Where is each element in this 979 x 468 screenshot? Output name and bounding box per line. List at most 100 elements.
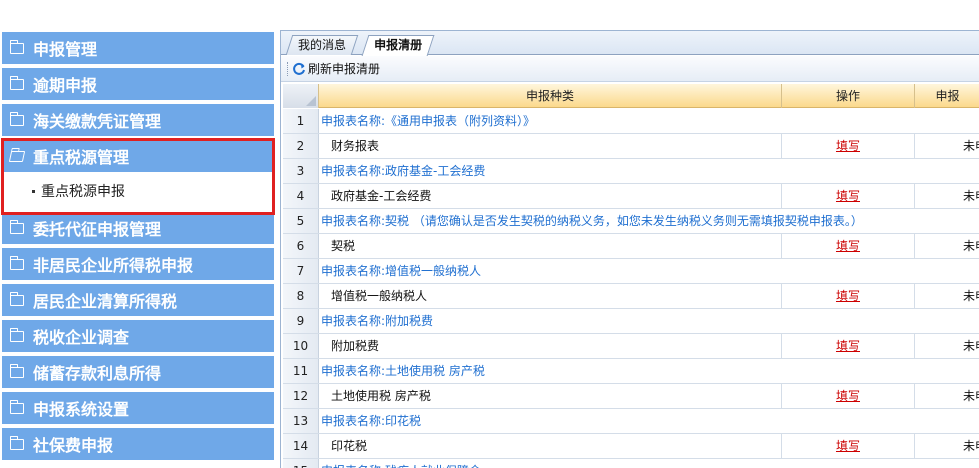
sidebar-item-nonresident-income-tax[interactable]: 非居民企业所得税申报 (2, 248, 274, 282)
sidebar-item-key-tax-source[interactable]: 重点税源管理 (2, 140, 274, 174)
declaration-type: 财务报表 (319, 134, 782, 158)
sidebar-item-overdue-declaration[interactable]: 逾期申报 (2, 68, 274, 102)
declaration-type: 土地使用税 房产税 (319, 384, 782, 408)
submenu-item-key-tax-source-declaration[interactable]: 重点税源申报 (2, 174, 274, 208)
folder-icon (9, 111, 24, 126)
tab-label: 我的消息 (298, 38, 347, 52)
column-header-status[interactable]: 申报 (915, 84, 979, 108)
declaration-status: 未申 (963, 389, 979, 403)
sidebar-item-label: 逾期申报 (33, 76, 98, 95)
sidebar-item-social-security[interactable]: 社保费申报 (2, 428, 274, 462)
fill-in-link[interactable]: 填写 (836, 289, 860, 303)
operation-cell: 填写 (782, 134, 915, 158)
group-title: 申报表名称:印花税 (319, 409, 979, 433)
sidebar-item-entrusted-collection[interactable]: 委托代征申报管理 (2, 212, 274, 246)
tab-my-messages[interactable]: 我的消息 (285, 35, 359, 55)
fill-in-link[interactable]: 填写 (836, 239, 860, 253)
sidebar: 申报管理 逾期申报 海关缴款凭证管理 重点税源管理 重点税源申报 委托代征申报管… (0, 30, 277, 468)
folder-icon (9, 399, 24, 414)
sidebar-item-label: 委托代征申报管理 (33, 220, 162, 239)
declaration-status: 未申 (963, 289, 979, 303)
row-number: 10 (283, 334, 319, 358)
folder-icon (9, 435, 24, 450)
tab-bar: 我的消息 申报清册 (281, 31, 979, 56)
table-row: 14印花税 填写 未申 (283, 434, 979, 459)
declaration-status: 未申 (963, 139, 979, 153)
folder-icon (9, 255, 24, 270)
main-panel: 我的消息 申报清册 刷新申报清册 申报种类 操作 申报 1 申报表名称:《通用申报… (280, 30, 979, 468)
operation-cell: 填写 (782, 334, 915, 358)
fill-in-link[interactable]: 填写 (836, 439, 860, 453)
row-number: 7 (283, 259, 319, 283)
sidebar-item-tax-enterprise-survey[interactable]: 税收企业调查 (2, 320, 274, 354)
submenu-item-label: 重点税源申报 (41, 184, 125, 200)
app-root: 申报管理 逾期申报 海关缴款凭证管理 重点税源管理 重点税源申报 委托代征申报管… (0, 0, 979, 468)
table-row: 8增值税一般纳税人 填写 未申 (283, 284, 979, 309)
fill-in-link[interactable]: 填写 (836, 139, 860, 153)
operation-cell: 填写 (782, 284, 915, 308)
row-number: 2 (283, 134, 319, 158)
refresh-icon (293, 62, 305, 75)
table-row: 10附加税费 填写 未申 (283, 334, 979, 359)
row-number: 9 (283, 309, 319, 333)
operation-cell: 填写 (782, 184, 915, 208)
sidebar-item-label: 重点税源管理 (33, 148, 130, 167)
table-group-row: 13 申报表名称:印花税 (283, 409, 979, 434)
fill-in-link[interactable]: 填写 (836, 389, 860, 403)
row-number: 4 (283, 184, 319, 208)
declaration-status: 未申 (963, 239, 979, 253)
fill-in-link[interactable]: 填写 (836, 339, 860, 353)
row-number: 6 (283, 234, 319, 258)
table-row: 12土地使用税 房产税 填写 未申 (283, 384, 979, 409)
declaration-grid: 申报种类 操作 申报 1申报表名称:《通用申报表（附列资料）》2财务报表填写未申… (283, 84, 979, 468)
declaration-status: 未申 (963, 189, 979, 203)
sidebar-item-label: 非居民企业所得税申报 (33, 256, 194, 275)
group-title: 申报表名称:附加税费 (319, 309, 979, 333)
table-group-row: 5 申报表名称:契税 （请您确认是否发生契税的纳税义务，如您未发生纳税义务则无需填… (283, 209, 979, 234)
table-group-row: 3 申报表名称:政府基金-工会经费 (283, 159, 979, 184)
toolbar: 刷新申报清册 (281, 56, 979, 82)
sidebar-item-resident-liquidation-tax[interactable]: 居民企业清算所得税 (2, 284, 274, 318)
sidebar-item-customs-voucher[interactable]: 海关缴款凭证管理 (2, 104, 274, 138)
row-number: 5 (283, 209, 319, 233)
folder-open-icon (8, 150, 26, 162)
table-group-row: 7 申报表名称:增值税一般纳税人 (283, 259, 979, 284)
table-row: 2财务报表 填写 未申 (283, 134, 979, 159)
table-group-row: 9 申报表名称:附加税费 (283, 309, 979, 334)
sidebar-item-declaration-management[interactable]: 申报管理 (2, 32, 274, 66)
folder-icon (9, 219, 24, 234)
sidebar-item-label: 税收企业调查 (33, 328, 130, 347)
row-number: 14 (283, 434, 319, 458)
fill-in-link[interactable]: 填写 (836, 189, 860, 203)
column-header-operation[interactable]: 操作 (782, 84, 915, 108)
operation-cell: 填写 (782, 234, 915, 258)
group-title: 申报表名称:残疾人就业保障金 (319, 459, 979, 468)
sidebar-item-label: 申报管理 (33, 40, 98, 59)
sidebar-item-label: 海关缴款凭证管理 (33, 112, 162, 131)
declaration-type: 印花税 (319, 434, 782, 458)
declaration-status: 未申 (963, 439, 979, 453)
grid-corner (283, 84, 319, 108)
table-row: 6契税 填写 未申 (283, 234, 979, 259)
table-group-row: 11 申报表名称:土地使用税 房产税 (283, 359, 979, 384)
declaration-status: 未申 (963, 339, 979, 353)
declaration-type: 附加税费 (319, 334, 782, 358)
refresh-button[interactable]: 刷新申报清册 (308, 60, 380, 77)
group-title: 申报表名称:《通用申报表（附列资料）》 (319, 109, 979, 133)
declaration-type: 政府基金-工会经费 (319, 184, 782, 208)
tab-label: 申报清册 (374, 38, 423, 52)
sidebar-item-system-settings[interactable]: 申报系统设置 (2, 392, 274, 426)
column-header-type[interactable]: 申报种类 (319, 84, 782, 108)
sidebar-item-savings-interest[interactable]: 储蓄存款利息所得 (2, 356, 274, 390)
folder-icon (9, 75, 24, 90)
tab-declaration-list[interactable]: 申报清册 (361, 35, 435, 56)
bullet-icon (32, 189, 35, 193)
sidebar-item-label: 储蓄存款利息所得 (33, 364, 162, 383)
sidebar-item-label: 居民企业清算所得税 (33, 292, 178, 311)
row-number: 3 (283, 159, 319, 183)
operation-cell: 填写 (782, 384, 915, 408)
folder-icon (9, 291, 24, 306)
row-number: 8 (283, 284, 319, 308)
toolbar-grip (287, 61, 289, 76)
row-number: 12 (283, 384, 319, 408)
